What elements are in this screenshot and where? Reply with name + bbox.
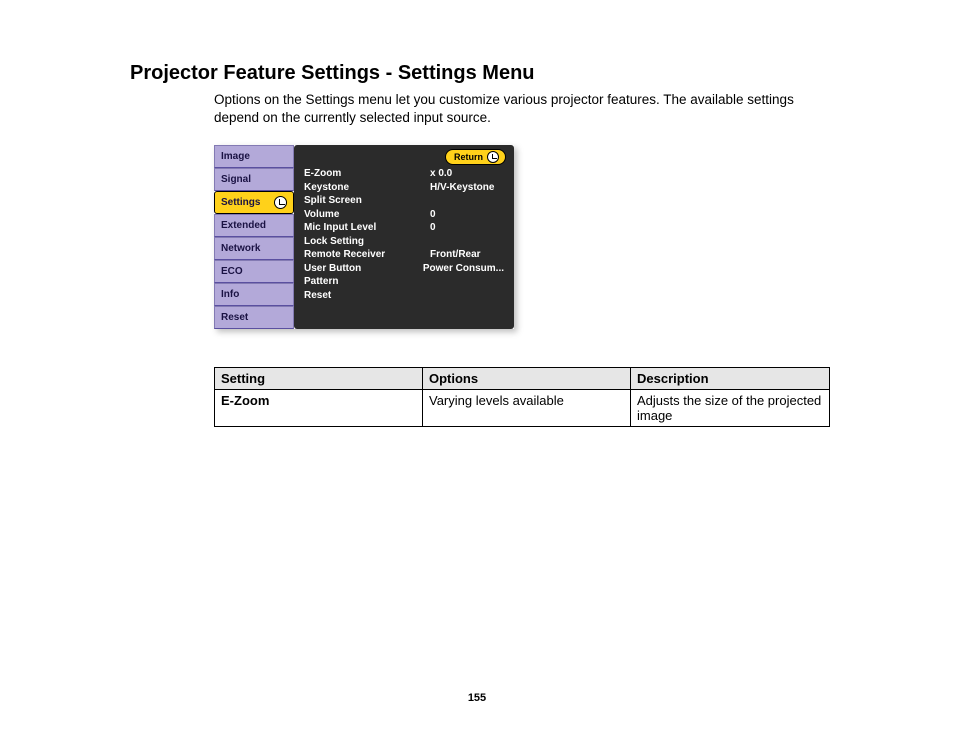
osd-row-label: Pattern xyxy=(304,275,338,289)
settings-table: Setting Options Description E-ZoomVaryin… xyxy=(214,367,830,427)
col-options: Options xyxy=(423,368,631,390)
osd-row-label: Lock Setting xyxy=(304,235,364,249)
osd-sidebar-item-label: Extended xyxy=(221,220,266,231)
osd-row-label: Keystone xyxy=(304,181,349,195)
cell-options: Varying levels available xyxy=(423,390,631,427)
osd-row-value xyxy=(430,289,504,303)
enter-icon xyxy=(274,196,287,209)
osd-sidebar-item-label: Image xyxy=(221,151,250,162)
osd-row: Split Screen xyxy=(304,194,504,208)
osd-panel: Return E-Zoom x 0.0 Keystone H/V-Keystone Sp… xyxy=(294,145,514,329)
osd-sidebar-item-settings: Settings xyxy=(214,191,294,214)
osd-row: Lock Setting xyxy=(304,235,504,249)
projector-osd-screenshot: Image Signal Settings Extended Network ECO Inf… xyxy=(214,145,514,329)
osd-row-label: Mic Input Level xyxy=(304,221,376,235)
osd-row-label: Split Screen xyxy=(304,194,362,208)
osd-sidebar: Image Signal Settings Extended Network ECO Inf… xyxy=(214,145,294,329)
osd-row: Remote Receiver Front/Rear xyxy=(304,248,504,262)
osd-row-value xyxy=(430,275,504,289)
osd-sidebar-item-label: Settings xyxy=(221,197,260,208)
cell-description: Adjusts the size of the projected image xyxy=(631,390,830,427)
osd-sidebar-item-extended: Extended xyxy=(214,214,294,237)
osd-row-label: Remote Receiver xyxy=(304,248,385,262)
intro-paragraph: Options on the Settings menu let you cus… xyxy=(214,91,834,127)
osd-row-value: H/V-Keystone xyxy=(430,181,504,195)
osd-row-label: E-Zoom xyxy=(304,167,341,181)
page-number: 155 xyxy=(0,692,954,704)
col-setting: Setting xyxy=(215,368,423,390)
document-page: Projector Feature Settings - Settings Me… xyxy=(0,0,954,738)
osd-row-label: Volume xyxy=(304,208,339,222)
osd-row-value: Power Consum... xyxy=(423,262,504,276)
osd-sidebar-item-image: Image xyxy=(214,145,294,168)
osd-row: User Button Power Consum... xyxy=(304,262,504,276)
osd-row: Mic Input Level 0 xyxy=(304,221,504,235)
cell-setting: E-Zoom xyxy=(215,390,423,427)
settings-table-body: E-ZoomVarying levels availableAdjusts th… xyxy=(215,390,830,427)
osd-row: Keystone H/V-Keystone xyxy=(304,181,504,195)
osd-sidebar-item-label: Info xyxy=(221,289,239,300)
osd-sidebar-item-label: Signal xyxy=(221,174,251,185)
osd-row-value xyxy=(430,235,504,249)
osd-return-button: Return xyxy=(445,149,506,165)
osd-row-value: 0 xyxy=(430,208,504,222)
osd-row: Volume 0 xyxy=(304,208,504,222)
osd-row-label: User Button xyxy=(304,262,361,276)
osd-row: E-Zoom x 0.0 xyxy=(304,167,504,181)
osd-sidebar-item-signal: Signal xyxy=(214,168,294,191)
enter-icon xyxy=(487,151,499,163)
osd-row-value: Front/Rear xyxy=(430,248,504,262)
page-title: Projector Feature Settings - Settings Me… xyxy=(130,62,834,85)
col-description: Description xyxy=(631,368,830,390)
osd-sidebar-item-network: Network xyxy=(214,237,294,260)
osd-sidebar-item-label: ECO xyxy=(221,266,243,277)
osd-sidebar-item-reset: Reset xyxy=(214,306,294,329)
osd-row-value: 0 xyxy=(430,221,504,235)
osd-return-label: Return xyxy=(454,152,483,162)
osd-row: Pattern xyxy=(304,275,504,289)
osd-row-label: Reset xyxy=(304,289,331,303)
osd-row-value xyxy=(430,194,504,208)
osd-sidebar-item-label: Network xyxy=(221,243,260,254)
osd-rows: E-Zoom x 0.0 Keystone H/V-Keystone Split Scr… xyxy=(304,167,504,302)
osd-sidebar-item-label: Reset xyxy=(221,312,248,323)
osd-sidebar-item-eco: ECO xyxy=(214,260,294,283)
osd-sidebar-item-info: Info xyxy=(214,283,294,306)
table-row: E-ZoomVarying levels availableAdjusts th… xyxy=(215,390,830,427)
table-header-row: Setting Options Description xyxy=(215,368,830,390)
osd-row-value: x 0.0 xyxy=(430,167,504,181)
osd-row: Reset xyxy=(304,289,504,303)
